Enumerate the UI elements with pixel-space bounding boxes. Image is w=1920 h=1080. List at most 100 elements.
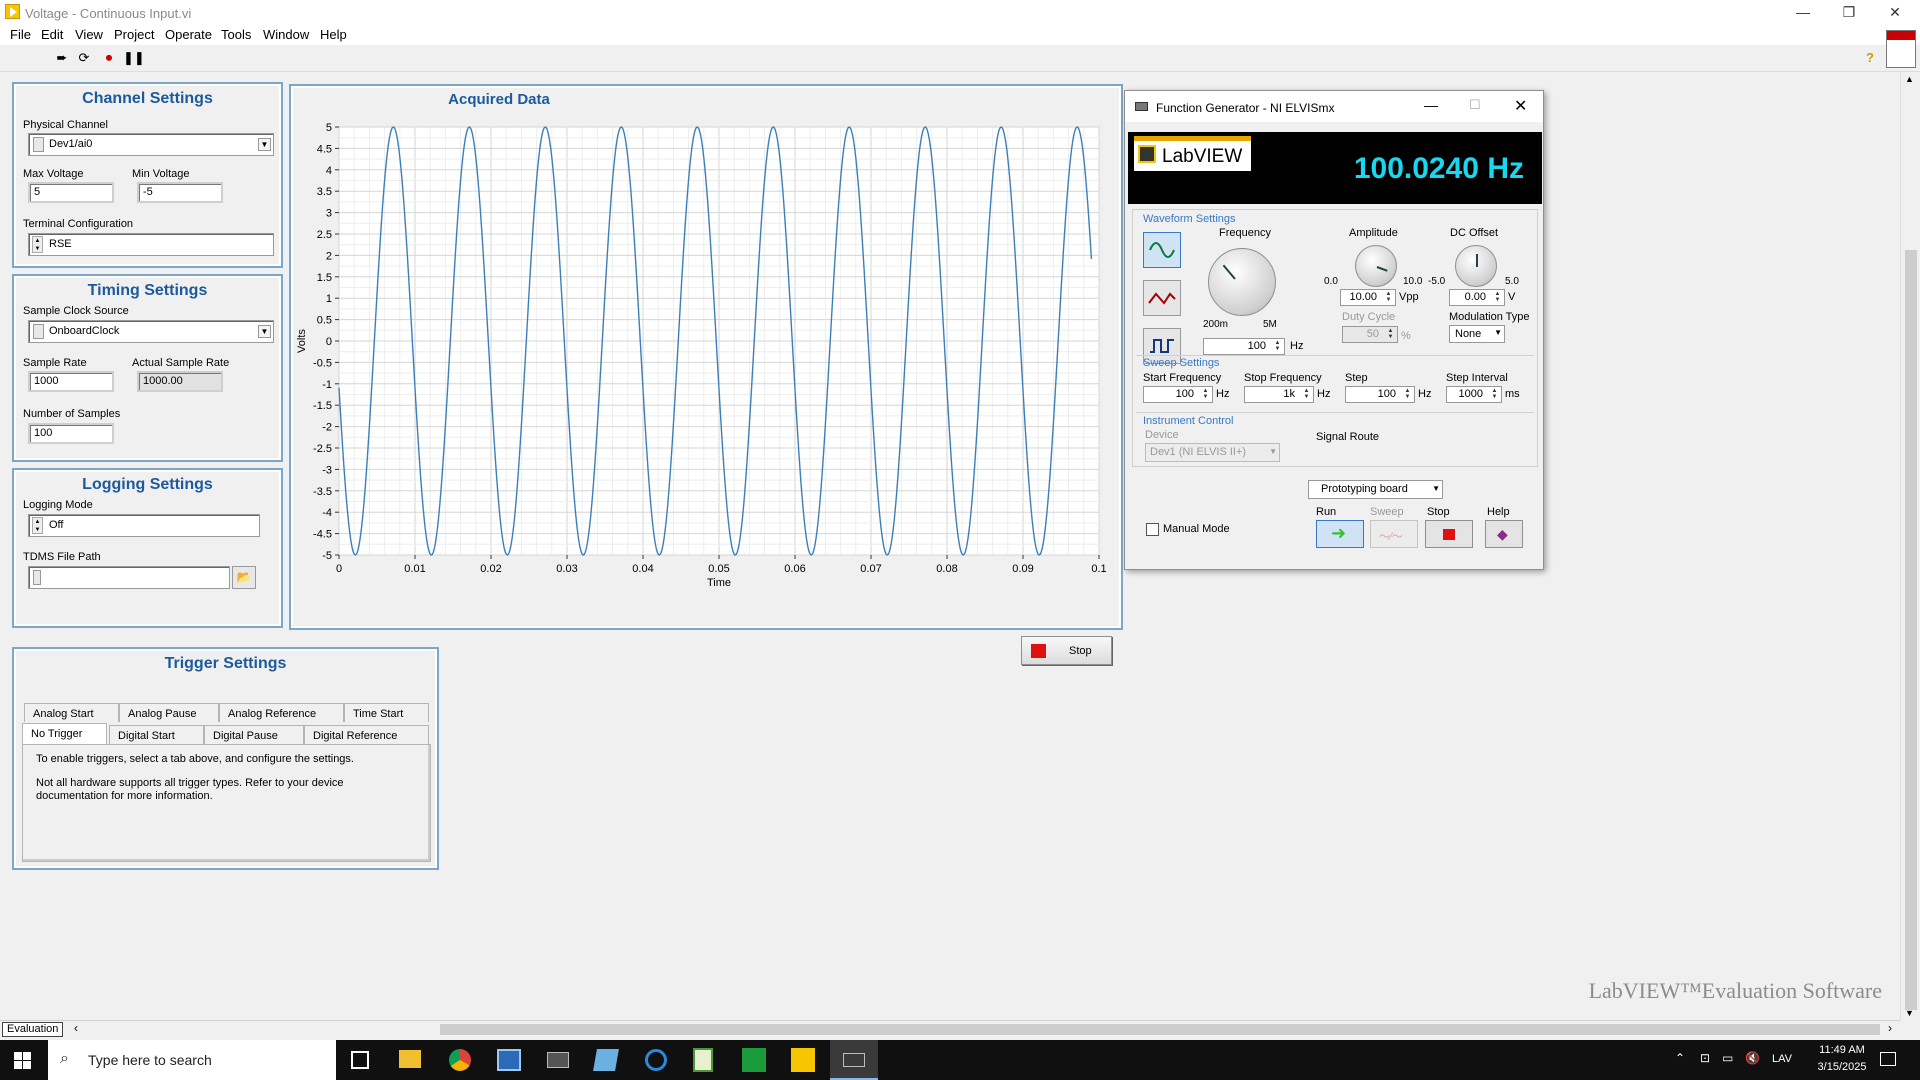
run-arrow-icon[interactable]: ➨ — [54, 50, 70, 66]
task-view-icon[interactable] — [351, 1051, 369, 1069]
y-tick-label: 3.5 — [317, 186, 332, 198]
amp-min-label: 0.0 — [1324, 276, 1338, 287]
vertical-scrollbar[interactable]: ▲ ▼ — [1900, 72, 1920, 1020]
logging-mode-select[interactable]: ▲ ▼ Off — [28, 514, 260, 537]
close-button[interactable]: ✕ — [1872, 0, 1918, 25]
tab-analog-pause[interactable]: Analog Pause — [119, 703, 219, 722]
instrument-app-icon[interactable] — [547, 1052, 569, 1068]
terminal-config-select[interactable]: ▲ ▼ RSE — [28, 233, 274, 256]
spin-arrows-icon[interactable]: ▲ ▼ — [1200, 388, 1211, 401]
scroll-left-icon[interactable]: ‹ — [74, 1021, 78, 1035]
tab-digital-start[interactable]: Digital Start — [109, 725, 204, 744]
fg-close-button[interactable]: ✕ — [1514, 96, 1527, 116]
minimize-button[interactable]: — — [1780, 0, 1826, 25]
step-field[interactable]: 100 ▲ ▼ — [1345, 386, 1415, 403]
notifications-icon[interactable] — [1880, 1052, 1896, 1066]
spin-arrows-icon[interactable]: ▲ ▼ — [32, 517, 43, 534]
tray-device-icon[interactable]: ⊡ — [1700, 1051, 1710, 1065]
spin-arrows-icon[interactable]: ▲ ▼ — [1301, 388, 1312, 401]
y-tick-label: -1.5 — [313, 400, 332, 412]
chevron-down-icon[interactable]: ▼ — [258, 325, 271, 338]
pause-icon[interactable]: ❚❚ — [123, 50, 145, 66]
start-frequency-field[interactable]: 100 ▲ ▼ — [1143, 386, 1213, 403]
tab-analog-reference[interactable]: Analog Reference — [219, 703, 344, 722]
tab-digital-pause[interactable]: Digital Pause — [204, 725, 304, 744]
context-help-icon[interactable]: ? — [1862, 50, 1878, 66]
spin-arrows-icon[interactable]: ▲ ▼ — [32, 236, 43, 253]
menu-edit[interactable]: Edit — [41, 27, 63, 42]
scroll-down-icon[interactable]: ▼ — [1905, 1008, 1914, 1018]
triangle-wave-button[interactable] — [1143, 280, 1181, 316]
physical-channel-select[interactable]: Dev1/ai0 ▼ — [28, 133, 274, 156]
chevron-down-icon[interactable]: ▼ — [258, 138, 271, 151]
app-window-icon[interactable] — [497, 1049, 521, 1071]
tab-analog-start[interactable]: Analog Start — [24, 703, 119, 722]
tdms-path-field[interactable] — [28, 566, 230, 589]
windows-start-icon[interactable] — [14, 1052, 31, 1069]
fg-stop-button[interactable] — [1425, 520, 1473, 548]
spin-arrows-icon[interactable]: ▲ ▼ — [1383, 291, 1394, 304]
file-explorer-icon[interactable] — [399, 1050, 421, 1068]
scroll-up-icon[interactable]: ▲ — [1905, 74, 1914, 84]
manual-mode-checkbox[interactable] — [1146, 523, 1159, 536]
run-button[interactable]: ➜ — [1316, 520, 1364, 548]
num-samples-field[interactable]: 100 — [28, 423, 114, 444]
spin-arrows-icon[interactable]: ▲ ▼ — [1492, 291, 1503, 304]
dc-offset-knob[interactable] — [1455, 245, 1497, 287]
sample-clock-select[interactable]: OnboardClock ▼ — [28, 320, 274, 343]
spin-arrows-icon[interactable]: ▲ ▼ — [1489, 388, 1500, 401]
sine-wave-button[interactable] — [1143, 232, 1181, 268]
chrome-icon[interactable] — [449, 1049, 471, 1071]
run-continuously-icon[interactable]: ⟳ — [76, 50, 92, 66]
taskbar-search-box[interactable]: ⌕ Type here to search — [48, 1040, 336, 1080]
scroll-thumb[interactable] — [1905, 250, 1917, 1010]
horizontal-scroll-thumb[interactable] — [440, 1024, 1880, 1035]
restore-button[interactable]: ❐ — [1826, 0, 1872, 25]
tab-no-trigger[interactable]: No Trigger — [22, 723, 107, 745]
clock-date[interactable]: 3/15/2025 — [1810, 1061, 1874, 1073]
frequency-field[interactable]: 100 ▲ ▼ — [1203, 338, 1285, 355]
spin-arrows-icon[interactable]: ▲ ▼ — [1272, 340, 1283, 353]
language-indicator[interactable]: LAV — [1772, 1053, 1792, 1065]
modulation-type-select[interactable]: None ▼ — [1449, 325, 1505, 343]
signal-route-select[interactable]: Prototyping board ▼ — [1308, 480, 1443, 499]
step-interval-field[interactable]: 1000 ▲ ▼ — [1446, 386, 1502, 403]
notepad-icon[interactable] — [693, 1048, 713, 1072]
volume-icon[interactable]: 🔇 — [1745, 1051, 1760, 1065]
browse-folder-icon[interactable]: 📂 — [232, 566, 256, 589]
abort-icon[interactable]: ⏺ — [101, 50, 117, 66]
tab-time-start[interactable]: Time Start — [344, 703, 429, 722]
menu-window[interactable]: Window — [263, 27, 309, 42]
clock-time[interactable]: 11:49 AM — [1810, 1044, 1874, 1056]
spin-arrows-icon[interactable]: ▲ ▼ — [1402, 388, 1413, 401]
refresh-app-icon[interactable] — [645, 1049, 667, 1071]
dc-offset-field[interactable]: 0.00 ▲ ▼ — [1449, 289, 1505, 306]
notebook-icon[interactable] — [593, 1049, 619, 1071]
network-icon[interactable]: ▭ — [1722, 1051, 1733, 1065]
scroll-right-icon[interactable]: › — [1888, 1021, 1892, 1035]
menu-tools[interactable]: Tools — [221, 27, 251, 42]
stop-button[interactable]: Stop — [1021, 636, 1112, 665]
y-axis-label: Volts — [296, 329, 308, 353]
tray-chevron-icon[interactable]: ⌃ — [1675, 1051, 1685, 1065]
menu-project[interactable]: Project — [114, 27, 154, 42]
menu-operate[interactable]: Operate — [165, 27, 212, 42]
tab-digital-reference[interactable]: Digital Reference — [304, 725, 429, 744]
max-voltage-field[interactable]: 5 — [28, 182, 114, 203]
ni-icon[interactable] — [742, 1048, 766, 1072]
labview-taskbar-icon[interactable] — [791, 1048, 815, 1072]
fg-minimize-button[interactable]: — — [1424, 97, 1438, 113]
fg-maximize-button[interactable]: ☐ — [1469, 97, 1481, 113]
amplitude-knob[interactable] — [1355, 245, 1397, 287]
min-voltage-field[interactable]: -5 — [137, 182, 223, 203]
menu-view[interactable]: View — [75, 27, 103, 42]
amplitude-field[interactable]: 10.00 ▲ ▼ — [1340, 289, 1396, 306]
help-button[interactable]: ◆ — [1485, 520, 1523, 548]
menu-help[interactable]: Help — [320, 27, 347, 42]
active-task-icon[interactable] — [830, 1040, 878, 1080]
sample-rate-field[interactable]: 1000 — [28, 371, 114, 392]
stop-frequency-field[interactable]: 1k ▲ ▼ — [1244, 386, 1314, 403]
menu-file[interactable]: File — [10, 27, 31, 42]
dc-max-label: 5.0 — [1505, 276, 1519, 287]
frequency-knob[interactable] — [1208, 248, 1276, 316]
